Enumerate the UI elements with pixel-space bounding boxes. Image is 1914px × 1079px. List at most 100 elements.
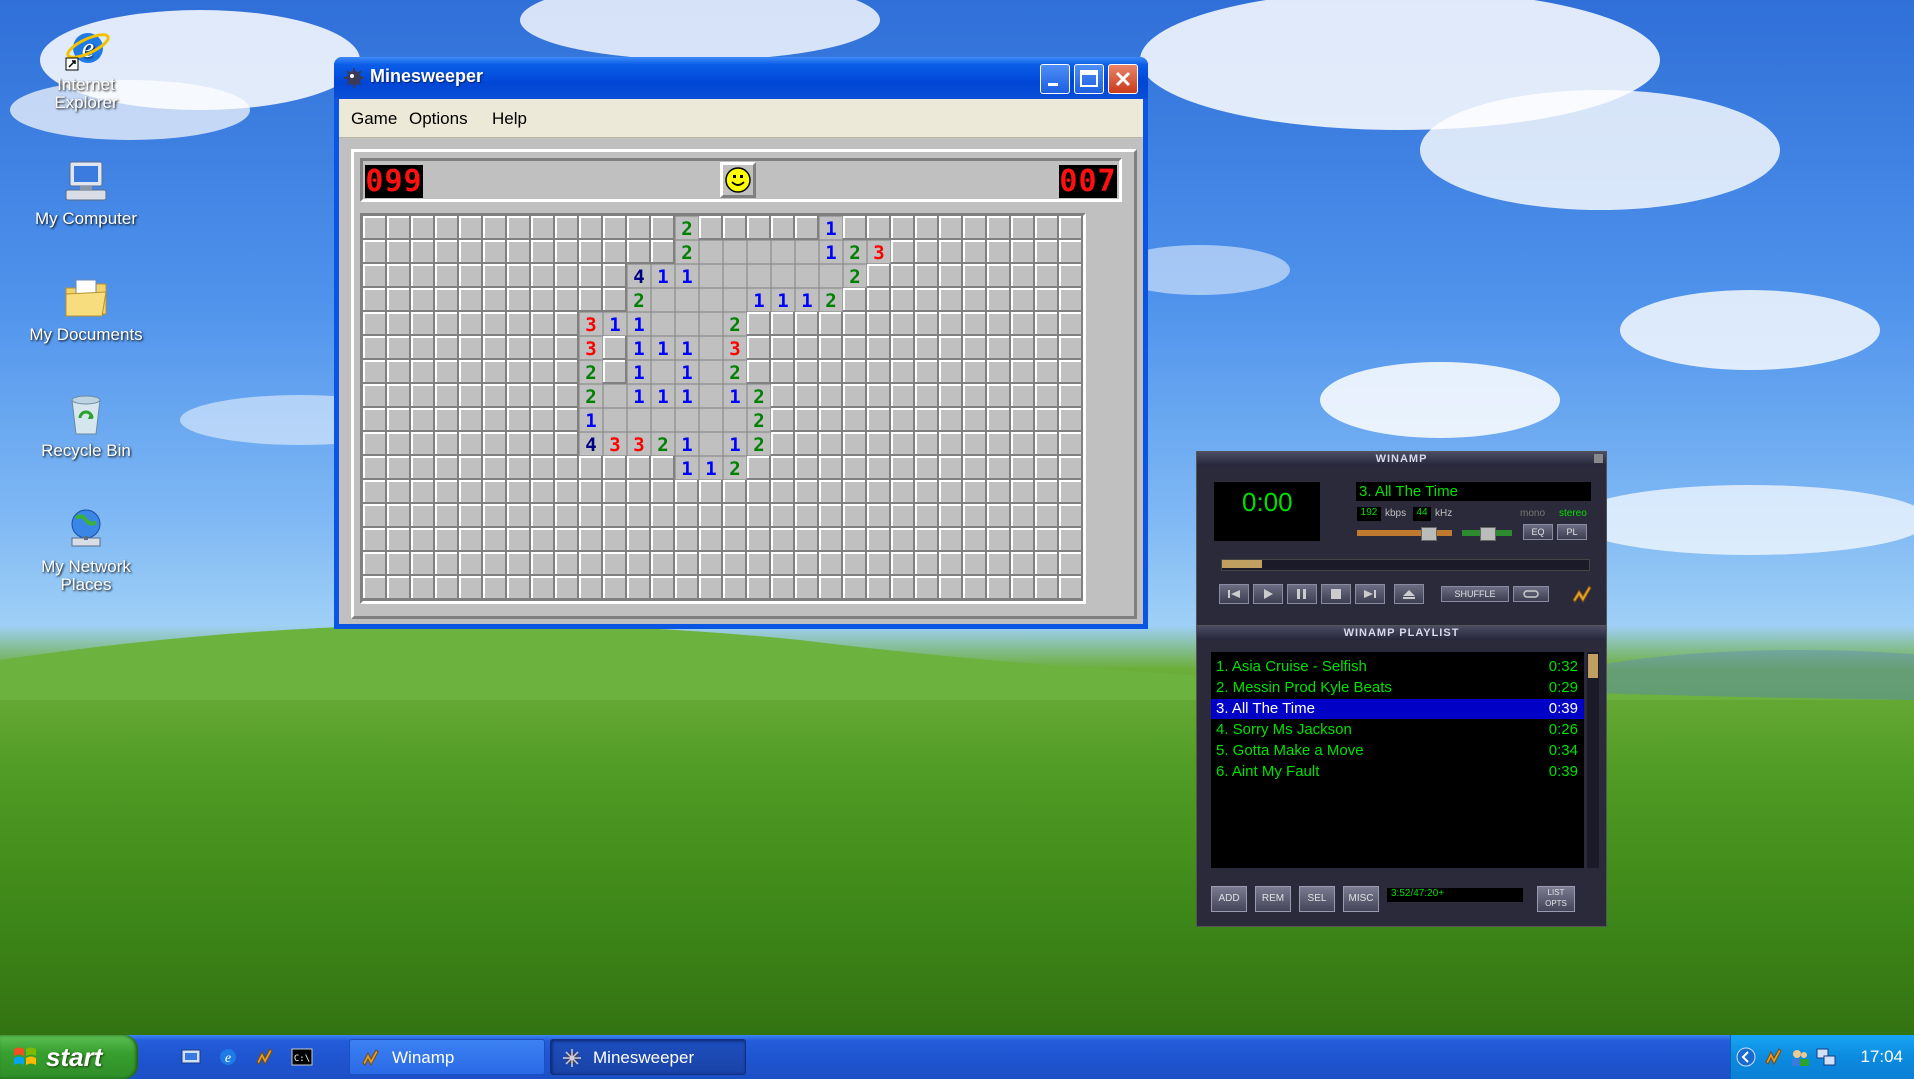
- covered-cell[interactable]: [603, 576, 627, 600]
- empty-cell[interactable]: [722, 287, 748, 313]
- covered-cell[interactable]: [915, 552, 939, 576]
- covered-cell[interactable]: [915, 240, 939, 264]
- covered-cell[interactable]: [651, 576, 675, 600]
- playlist-scrollbar[interactable]: [1587, 652, 1599, 868]
- number-cell[interactable]: 1: [674, 359, 700, 385]
- covered-cell[interactable]: [651, 528, 675, 552]
- playlist-select-button[interactable]: SEL: [1299, 886, 1335, 912]
- empty-cell[interactable]: [698, 239, 724, 265]
- covered-cell[interactable]: [459, 240, 483, 264]
- covered-cell[interactable]: [435, 288, 459, 312]
- covered-cell[interactable]: [411, 528, 435, 552]
- covered-cell[interactable]: [819, 480, 843, 504]
- covered-cell[interactable]: [459, 384, 483, 408]
- desktop-icon-network-places[interactable]: My Network Places: [16, 506, 156, 594]
- covered-cell[interactable]: [483, 528, 507, 552]
- covered-cell[interactable]: [411, 480, 435, 504]
- covered-cell[interactable]: [987, 240, 1011, 264]
- covered-cell[interactable]: [387, 504, 411, 528]
- covered-cell[interactable]: [555, 576, 579, 600]
- seek-thumb[interactable]: [1222, 560, 1262, 568]
- covered-cell[interactable]: [963, 528, 987, 552]
- covered-cell[interactable]: [987, 312, 1011, 336]
- winamp-close-icon[interactable]: [1594, 454, 1603, 463]
- covered-cell[interactable]: [1059, 288, 1083, 312]
- covered-cell[interactable]: [699, 216, 723, 240]
- covered-cell[interactable]: [939, 336, 963, 360]
- covered-cell[interactable]: [531, 384, 555, 408]
- network-tray-icon[interactable]: [1815, 1046, 1837, 1068]
- covered-cell[interactable]: [387, 552, 411, 576]
- covered-cell[interactable]: [819, 360, 843, 384]
- covered-cell[interactable]: [459, 480, 483, 504]
- number-cell[interactable]: 2: [722, 359, 748, 385]
- covered-cell[interactable]: [723, 504, 747, 528]
- covered-cell[interactable]: [987, 576, 1011, 600]
- covered-cell[interactable]: [459, 576, 483, 600]
- empty-cell[interactable]: [794, 263, 820, 289]
- covered-cell[interactable]: [963, 480, 987, 504]
- covered-cell[interactable]: [867, 360, 891, 384]
- covered-cell[interactable]: [603, 360, 627, 384]
- empty-cell[interactable]: [650, 407, 676, 433]
- covered-cell[interactable]: [987, 360, 1011, 384]
- covered-cell[interactable]: [1011, 552, 1035, 576]
- covered-cell[interactable]: [771, 552, 795, 576]
- covered-cell[interactable]: [1059, 336, 1083, 360]
- covered-cell[interactable]: [795, 480, 819, 504]
- covered-cell[interactable]: [483, 288, 507, 312]
- covered-cell[interactable]: [891, 480, 915, 504]
- tray-expand-icon[interactable]: [1735, 1046, 1757, 1068]
- covered-cell[interactable]: [843, 360, 867, 384]
- covered-cell[interactable]: [483, 240, 507, 264]
- covered-cell[interactable]: [891, 552, 915, 576]
- covered-cell[interactable]: [1035, 216, 1059, 240]
- covered-cell[interactable]: [507, 312, 531, 336]
- covered-cell[interactable]: [603, 336, 627, 360]
- covered-cell[interactable]: [915, 336, 939, 360]
- covered-cell[interactable]: [531, 336, 555, 360]
- covered-cell[interactable]: [819, 576, 843, 600]
- covered-cell[interactable]: [507, 552, 531, 576]
- covered-cell[interactable]: [363, 288, 387, 312]
- covered-cell[interactable]: [507, 240, 531, 264]
- covered-cell[interactable]: [843, 384, 867, 408]
- covered-cell[interactable]: [459, 264, 483, 288]
- covered-cell[interactable]: [435, 384, 459, 408]
- covered-cell[interactable]: [411, 384, 435, 408]
- covered-cell[interactable]: [1035, 312, 1059, 336]
- covered-cell[interactable]: [819, 456, 843, 480]
- covered-cell[interactable]: [939, 408, 963, 432]
- number-cell[interactable]: 3: [866, 239, 892, 265]
- covered-cell[interactable]: [555, 552, 579, 576]
- number-cell[interactable]: 1: [722, 431, 748, 457]
- covered-cell[interactable]: [795, 528, 819, 552]
- covered-cell[interactable]: [459, 528, 483, 552]
- covered-cell[interactable]: [987, 336, 1011, 360]
- covered-cell[interactable]: [1035, 408, 1059, 432]
- covered-cell[interactable]: [747, 552, 771, 576]
- covered-cell[interactable]: [1035, 552, 1059, 576]
- covered-cell[interactable]: [675, 528, 699, 552]
- empty-cell[interactable]: [698, 383, 724, 409]
- empty-cell[interactable]: [698, 359, 724, 385]
- covered-cell[interactable]: [867, 216, 891, 240]
- covered-cell[interactable]: [891, 504, 915, 528]
- covered-cell[interactable]: [507, 480, 531, 504]
- covered-cell[interactable]: [603, 528, 627, 552]
- covered-cell[interactable]: [987, 504, 1011, 528]
- covered-cell[interactable]: [579, 240, 603, 264]
- covered-cell[interactable]: [411, 408, 435, 432]
- covered-cell[interactable]: [435, 216, 459, 240]
- covered-cell[interactable]: [435, 528, 459, 552]
- number-cell[interactable]: 1: [674, 263, 700, 289]
- number-cell[interactable]: 2: [842, 239, 868, 265]
- covered-cell[interactable]: [963, 408, 987, 432]
- covered-cell[interactable]: [843, 576, 867, 600]
- empty-cell[interactable]: [698, 263, 724, 289]
- covered-cell[interactable]: [939, 576, 963, 600]
- balance-thumb[interactable]: [1480, 527, 1496, 541]
- covered-cell[interactable]: [483, 384, 507, 408]
- empty-cell[interactable]: [650, 359, 676, 385]
- empty-cell[interactable]: [698, 311, 724, 337]
